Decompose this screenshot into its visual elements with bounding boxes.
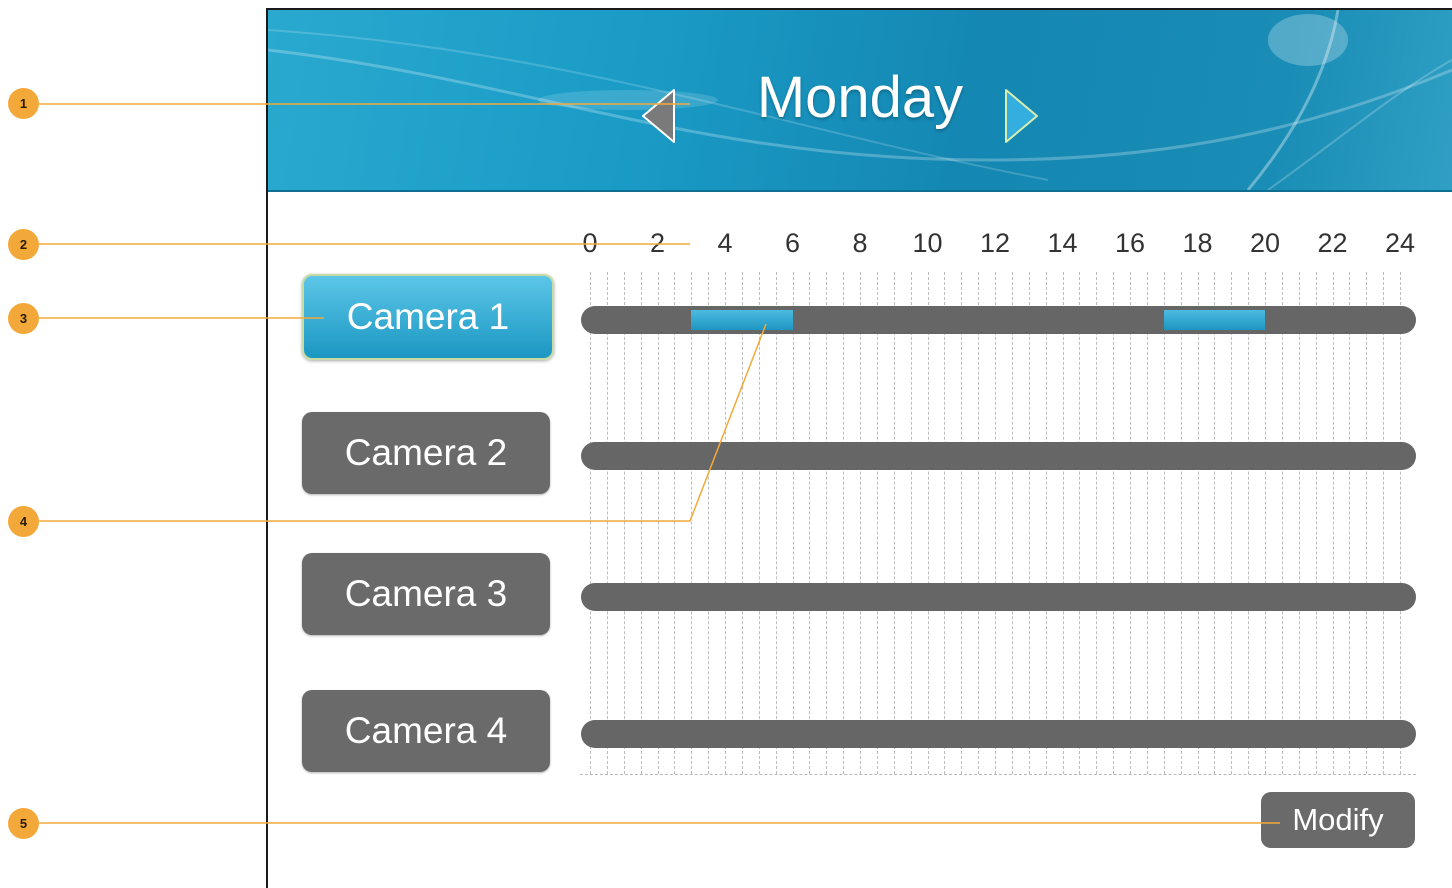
callout-leaders xyxy=(39,103,1280,824)
callout-5: 5 xyxy=(8,808,39,839)
callout-1: 1 xyxy=(8,88,39,119)
callout-4: 4 xyxy=(8,506,39,537)
callout-2: 2 xyxy=(8,229,39,260)
callout-3: 3 xyxy=(8,303,39,334)
